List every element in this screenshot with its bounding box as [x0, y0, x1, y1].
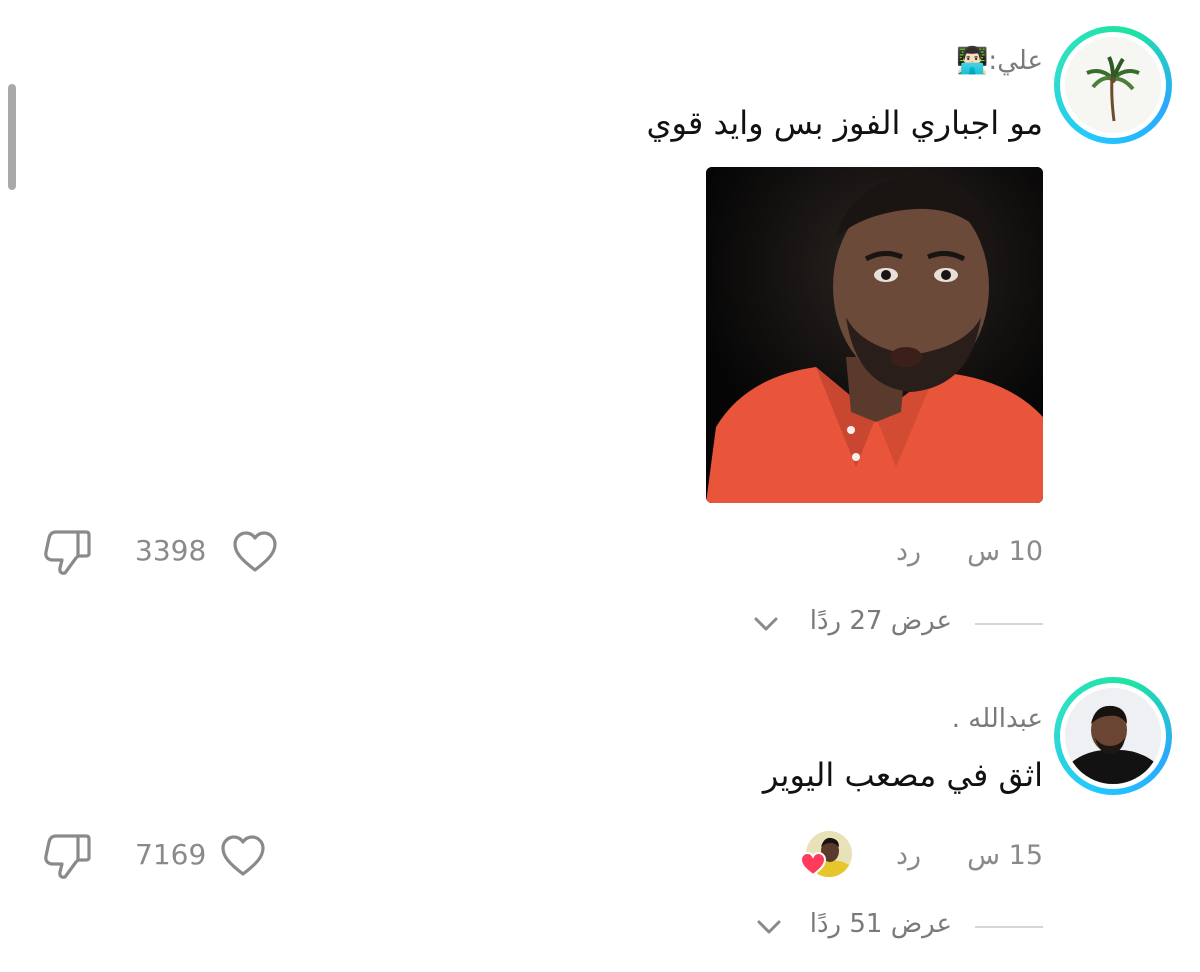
- chevron-down-icon[interactable]: [756, 917, 782, 941]
- reply-button[interactable]: رد: [896, 536, 921, 567]
- thumbs-down-icon[interactable]: [42, 832, 92, 884]
- heart-outline-icon[interactable]: [232, 530, 278, 578]
- avatar[interactable]: [1054, 26, 1172, 144]
- replies-divider: [975, 926, 1043, 928]
- comment-username[interactable]: عبدالله .: [952, 704, 1043, 734]
- reply-button[interactable]: رد: [896, 840, 921, 871]
- user-photo-avatar-image: [1065, 688, 1161, 784]
- view-replies-button[interactable]: عرض 27 ردًا: [810, 606, 952, 636]
- avatar[interactable]: [1054, 677, 1172, 795]
- comment-text: اثق في مصعب اليوير: [762, 756, 1043, 794]
- comment-timestamp: 15 س: [967, 840, 1043, 871]
- like-count: 3398: [135, 534, 207, 567]
- chevron-down-icon[interactable]: [753, 614, 779, 638]
- heart-filled-icon: [799, 851, 827, 881]
- replies-divider: [975, 623, 1043, 625]
- comment-timestamp: 10 س: [967, 536, 1043, 567]
- comment-username[interactable]: علي:👨🏻‍💻: [956, 46, 1043, 76]
- scrollbar[interactable]: [8, 84, 16, 190]
- heart-outline-icon[interactable]: [220, 834, 266, 882]
- like-count: 7169: [135, 838, 207, 871]
- comment-text: مو اجباري الفوز بس وايد قوي: [646, 104, 1043, 142]
- view-replies-button[interactable]: عرض 51 ردًا: [810, 909, 952, 939]
- thumbs-down-icon[interactable]: [42, 528, 92, 580]
- comment-media-image[interactable]: [706, 167, 1043, 503]
- palm-tree-avatar-image: [1065, 37, 1161, 133]
